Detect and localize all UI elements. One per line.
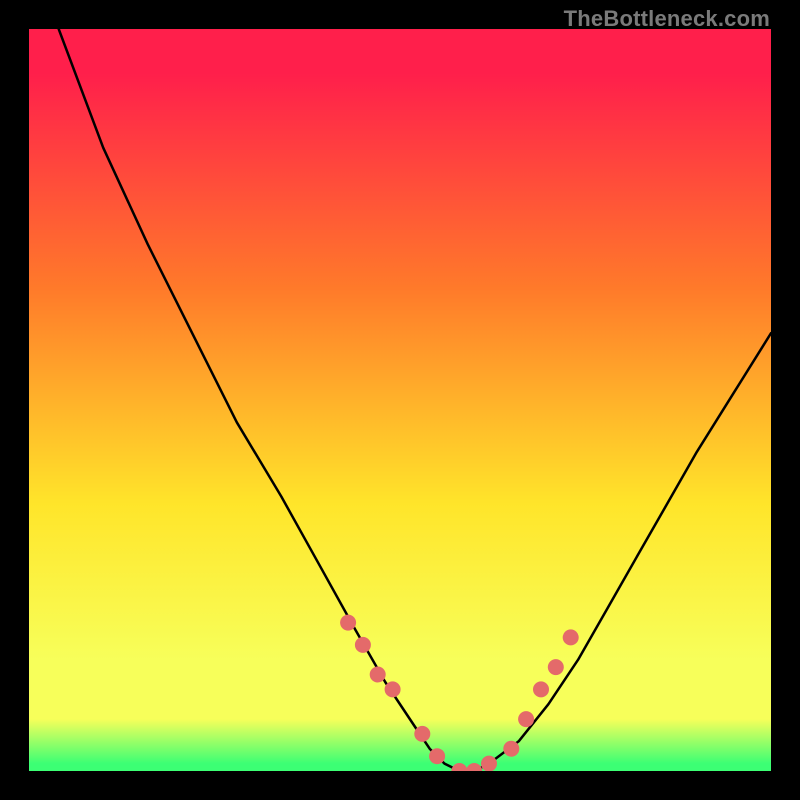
highlight-marker	[466, 763, 482, 771]
highlight-marker	[451, 763, 467, 771]
highlight-marker	[355, 637, 371, 653]
highlight-marker	[563, 629, 579, 645]
highlight-marker	[429, 748, 445, 764]
bottleneck-curve	[29, 29, 771, 771]
highlight-marker	[481, 756, 497, 771]
watermark-text: TheBottleneck.com	[564, 6, 770, 32]
highlight-marker	[370, 667, 386, 683]
highlight-marker	[533, 681, 549, 697]
chart-stage: TheBottleneck.com	[0, 0, 800, 800]
highlight-marker	[414, 726, 430, 742]
highlight-marker	[548, 659, 564, 675]
curve-layer	[29, 29, 771, 771]
plot-area	[29, 29, 771, 771]
highlight-marker	[503, 741, 519, 757]
highlight-marker	[385, 681, 401, 697]
highlight-marker	[518, 711, 534, 727]
highlight-marker	[340, 615, 356, 631]
